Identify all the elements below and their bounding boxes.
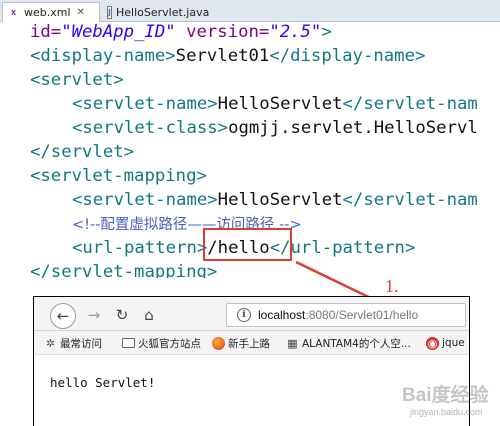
- bookmark-jquery[interactable]: ◉ jque: [426, 335, 465, 351]
- code-line: </servlet-mapping>: [30, 262, 218, 278]
- watermark-logo: Bai度经验: [402, 385, 489, 406]
- tab-label: HelloServlet.java: [115, 5, 210, 19]
- reload-button[interactable]: ↻: [112, 304, 132, 326]
- page-content: hello Servlet!: [50, 375, 156, 390]
- step-number-label: 1.: [385, 276, 399, 296]
- baidu-watermark: Bai度经验 jingyan.baidu.com: [402, 380, 498, 426]
- jquery-icon: ◉: [426, 336, 439, 350]
- address-bar[interactable]: i localhost:8080/Servlet01/hello: [226, 303, 466, 327]
- code-line: id="WebApp_ID" version="2.5">: [30, 22, 332, 42]
- bookmarks-toolbar: ✲ 最常访问 火狐官方站点 新手上路 ▦ ALANTAM4的个人空... ◉ j…: [34, 331, 469, 355]
- close-icon[interactable]: ✕: [77, 7, 85, 18]
- firefox-icon: [212, 336, 225, 350]
- bookmark-firefox-official[interactable]: 火狐官方站点: [122, 335, 201, 351]
- code-line: <servlet>: [30, 70, 124, 90]
- code-line: <servlet-class>ogmjj.servlet.HelloServl: [72, 118, 478, 138]
- watermark-url: jingyan.baidu.com: [410, 407, 483, 417]
- bookmark-most-visited[interactable]: ✲ 最常访问: [44, 335, 102, 351]
- browser-toolbar: ← → ↻ ⌂ i localhost:8080/Servlet01/hello: [34, 297, 469, 331]
- forward-button[interactable]: →: [84, 304, 104, 326]
- code-line: <servlet-name>HelloServlet</servlet-nam: [72, 94, 478, 114]
- tab-web-xml[interactable]: x web.xml ✕: [2, 2, 100, 22]
- folder-icon: [122, 338, 135, 348]
- java-file-icon: J: [107, 5, 112, 19]
- editor-tab-bar: x web.xml ✕ J HelloServlet.java: [0, 0, 500, 22]
- url-path: :8080/Servlet01/hello: [305, 308, 419, 322]
- bookmark-alantam4[interactable]: ▦ ALANTAM4的个人空...: [286, 335, 411, 351]
- code-line: <servlet-mapping>: [30, 166, 207, 186]
- gear-icon: ✲: [45, 336, 56, 350]
- highlight-box: [203, 228, 292, 261]
- tab-label: web.xml: [24, 6, 71, 19]
- url-host: localhost: [258, 308, 306, 322]
- code-line: <display-name>Servlet01</display-name>: [30, 46, 426, 66]
- grid-icon: ▦: [287, 336, 298, 350]
- code-line: <servlet-name>HelloServlet</servlet-nam: [72, 190, 478, 210]
- xml-file-icon: x: [10, 7, 17, 18]
- back-button[interactable]: ←: [50, 303, 76, 329]
- home-button[interactable]: ⌂: [138, 304, 160, 326]
- bookmark-getting-started[interactable]: 新手上路: [212, 335, 270, 351]
- code-line: </servlet>: [30, 142, 135, 162]
- info-icon[interactable]: i: [237, 308, 251, 322]
- tab-helloservlet-java[interactable]: J HelloServlet.java: [103, 2, 213, 22]
